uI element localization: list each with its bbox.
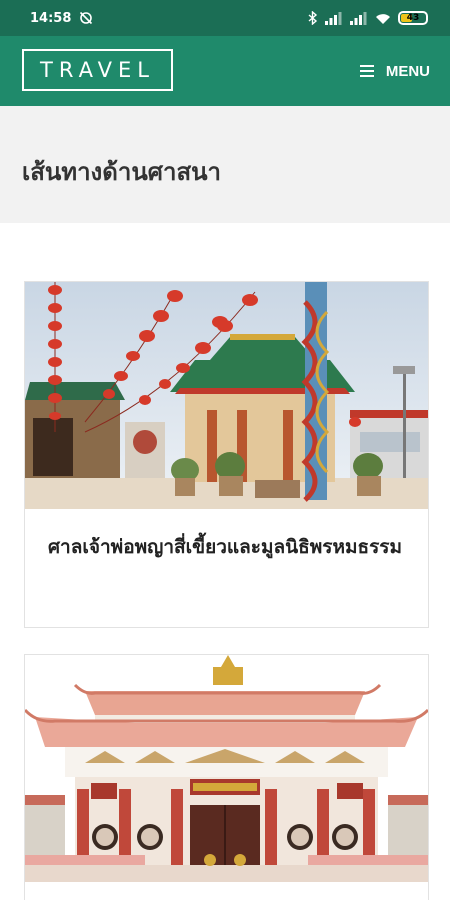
battery-icon: 43 [398,11,428,25]
logo[interactable]: TRAVEL [22,49,173,91]
wifi-icon [376,13,390,24]
status-time: 14:58 [30,10,72,26]
card-title[interactable]: ศาลเจ้าพ่อพญาสี่เขี้ยวและมูลนิธิพรหมธรรม [48,532,408,563]
sync-off-icon [80,11,93,25]
status-bar: 14:58 43 [0,0,450,36]
signal-icon [325,11,342,25]
status-right: 43 [308,11,428,25]
temple-image[interactable] [25,655,428,882]
menu-label: MENU [385,62,430,80]
app-header: TRAVEL MENU [0,36,450,106]
status-left: 14:58 [30,11,93,26]
hamburger-icon [359,65,374,77]
article-card[interactable] [24,654,429,900]
signal-icon-2 [350,11,367,25]
bluetooth-icon [308,11,318,25]
battery-percent: 43 [406,13,420,23]
menu-button[interactable]: MENU [359,58,430,84]
page-title: เส้นทางด้านศาสนา [22,158,221,186]
shrine-image[interactable] [25,282,428,509]
title-band: เส้นทางด้านศาสนา [0,106,450,223]
article-card[interactable]: ศาลเจ้าพ่อพญาสี่เขี้ยวและมูลนิธิพรหมธรรม [24,281,429,628]
